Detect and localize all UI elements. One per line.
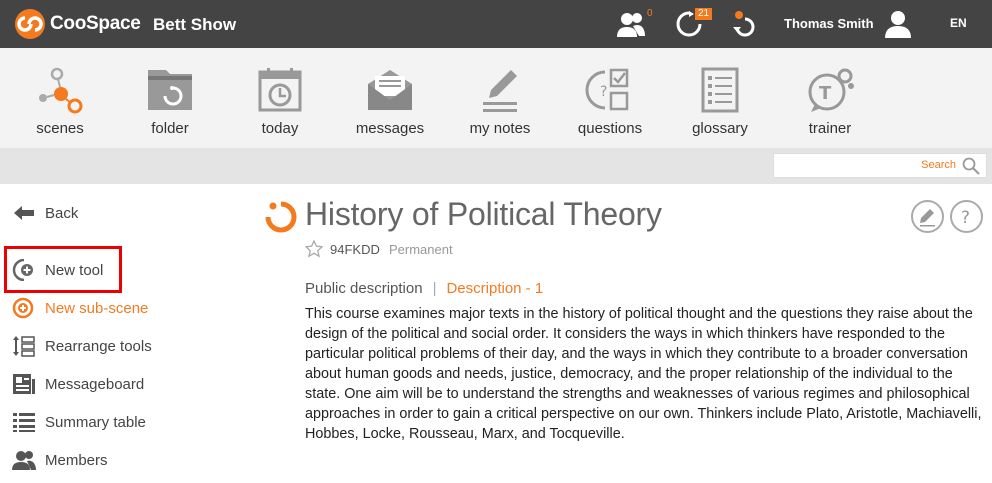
rearrange-icon (13, 336, 35, 357)
language-selector[interactable]: EN (950, 16, 967, 30)
description-tabs: Public description | Description - 1 (305, 280, 543, 297)
table-icon (13, 413, 35, 432)
refresh-icon[interactable] (729, 9, 761, 39)
svg-text:T: T (819, 83, 832, 104)
tool-scenes[interactable]: scenes (10, 66, 110, 137)
back-arrow-icon (14, 206, 34, 220)
tool-glossary[interactable]: glossary (670, 66, 770, 137)
coospace-logo-icon[interactable] (14, 8, 46, 40)
tool-label: scenes (36, 120, 84, 137)
tool-label: folder (151, 120, 189, 137)
folder-icon (148, 70, 192, 110)
help-button[interactable]: ? (950, 200, 983, 233)
tool-today[interactable]: today (230, 66, 330, 137)
user-name[interactable]: Thomas Smith (784, 16, 874, 31)
sidebar-item-label: Back (45, 204, 79, 222)
tab-separator: | (432, 280, 437, 297)
tool-my-notes[interactable]: my notes (450, 66, 550, 137)
sidebar-item-label: Rearrange tools (45, 337, 152, 355)
sidebar-item-label: New tool (45, 261, 104, 279)
user-avatar-icon[interactable] (882, 9, 914, 39)
sidebar-item-members[interactable]: Members (12, 448, 108, 472)
question-mark-icon: ? (961, 208, 970, 228)
svg-text:?: ? (600, 84, 607, 100)
sidebar-item-rearrange-tools[interactable]: Rearrange tools (12, 334, 152, 358)
sidebar-item-back[interactable]: Back (12, 201, 78, 225)
search-icon[interactable] (962, 157, 980, 175)
tool-label: my notes (469, 120, 531, 137)
scene-code: 94FKDD (330, 242, 380, 257)
search-label: Search (921, 159, 956, 171)
messageboard-icon (13, 374, 35, 394)
members-count-badge: 0 (647, 8, 653, 19)
sidebar-item-label: Summary table (45, 413, 146, 431)
tool-bar: scenes folder today messages my notes ? … (0, 48, 992, 148)
tool-label: questions (577, 120, 643, 137)
top-bar: CooSpace Bett Show 0 21 Thomas Smith EN (0, 0, 992, 48)
activity-count-badge: 21 (695, 8, 713, 20)
sidebar-item-label: Messageboard (45, 375, 145, 393)
edit-button[interactable] (911, 200, 944, 233)
tool-trainer[interactable]: T trainer (780, 66, 880, 137)
tab-public-description[interactable]: Public description (305, 280, 423, 297)
sidebar-item-new-tool[interactable]: New tool (12, 258, 103, 282)
pencil-icon (920, 209, 935, 227)
new-tool-icon (12, 259, 33, 281)
members-icon (12, 451, 36, 470)
envelope-icon (368, 70, 412, 110)
sidebar-item-label: New sub-scene (45, 299, 149, 317)
sidebar-item-new-sub-scene[interactable]: New sub-scene (12, 296, 148, 320)
tool-label: today (261, 120, 299, 137)
tool-folder[interactable]: folder (120, 66, 220, 137)
sidebar-item-messageboard[interactable]: Messageboard (12, 372, 144, 396)
scene-status: Permanent (389, 242, 453, 257)
search-input[interactable]: Search (773, 153, 987, 178)
trainer-icon: T (808, 68, 854, 112)
brand-name[interactable]: CooSpace (50, 13, 141, 35)
glossary-icon (701, 67, 739, 113)
tool-label: glossary (692, 120, 748, 137)
tool-label: trainer (808, 120, 852, 137)
calendar-icon (258, 68, 302, 112)
tool-questions[interactable]: ? questions (560, 66, 660, 137)
add-circle-icon (12, 297, 34, 319)
pencil-icon (483, 70, 517, 112)
members-icon[interactable] (615, 9, 647, 39)
tool-label: messages (355, 120, 425, 137)
sidebar-item-label: Members (45, 451, 108, 469)
svg-text:?: ? (961, 208, 970, 228)
sidebar-item-summary-table[interactable]: Summary table (12, 410, 146, 434)
scene-icon (265, 201, 297, 233)
questions-icon: ? (585, 68, 629, 111)
favorite-star-icon[interactable] (305, 240, 323, 258)
tab-description[interactable]: Description - 1 (446, 280, 543, 297)
tool-messages[interactable]: messages (340, 66, 440, 137)
page-title: History of Political Theory (305, 196, 662, 232)
scenes-icon (39, 67, 83, 114)
scene-title: Bett Show (153, 15, 237, 34)
course-description: This course examines major texts in the … (305, 306, 982, 442)
